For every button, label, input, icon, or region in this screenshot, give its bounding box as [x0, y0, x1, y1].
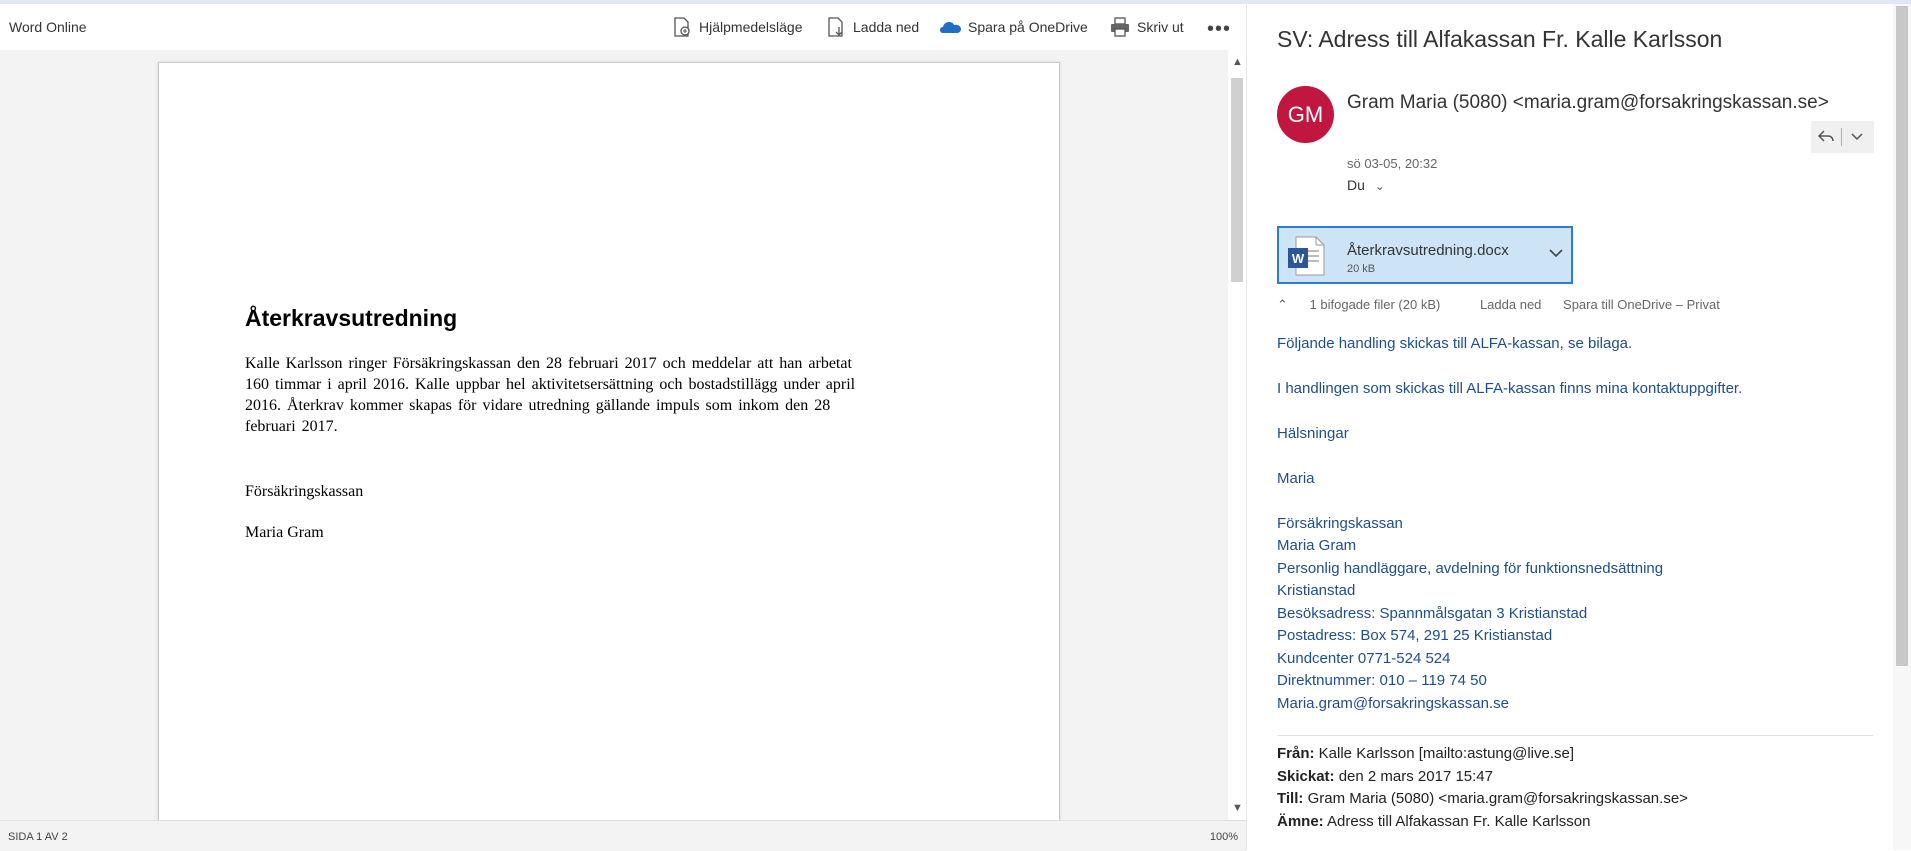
collapse-icon: ⌃ [1277, 297, 1288, 312]
word-doc-icon: W [1288, 236, 1326, 276]
print-label: Skriv ut [1137, 19, 1184, 35]
attachment-download-link[interactable]: Ladda ned [1480, 297, 1541, 312]
mail-date: sö 03-05, 20:32 [1347, 156, 1438, 171]
quote-divider [1277, 735, 1873, 736]
status-bar: SIDA 1 AV 2 100% [0, 820, 1246, 851]
body-line-1: Följande handling skickas till ALFA-kass… [1277, 335, 1633, 352]
quoted-from-value: Kalle Karlsson [mailto:astung@live.se] [1318, 745, 1575, 762]
expand-recipients-icon[interactable]: ⌄ [1375, 179, 1385, 193]
document-signature-org: Försäkringskassan [245, 483, 364, 500]
signature-title: Personlig handläggare, avdelning för fun… [1277, 560, 1664, 577]
attachment-size: 20 kB [1347, 263, 1376, 275]
signature-email-link[interactable]: Maria.gram@forsakringskassan.se [1277, 695, 1509, 712]
document-signature-name: Maria Gram [245, 524, 324, 541]
quoted-subject: Ämne: Adress till Alfakassan Fr. Kalle K… [1277, 813, 1590, 830]
quoted-sent-value: den 2 mars 2017 15:47 [1338, 768, 1493, 785]
attachment-summary: 1 bifogade filer (20 kB) [1309, 297, 1441, 312]
signature-visit-address: Besöksadress: Spannmålsgatan 3 Kristians… [1277, 605, 1588, 622]
onedrive-cloud-icon [940, 16, 962, 38]
signature-customer-center: Kundcenter 0771-524 524 [1277, 650, 1451, 667]
download-button[interactable]: Ladda ned [825, 14, 919, 40]
quoted-from: Från: Kalle Karlsson [mailto:astung@live… [1277, 745, 1574, 762]
document-scrollbar[interactable]: ▲ ▼ [1228, 50, 1246, 820]
reply-icon[interactable] [1811, 129, 1841, 146]
quoted-from-label: Från: [1277, 745, 1315, 762]
word-toolbar: Word Online Hjälpmedelsläge Ladda ned Sp… [0, 4, 1246, 50]
sender-avatar: GM [1277, 86, 1334, 143]
mail-reading-pane: SV: Adress till Alfakassan Fr. Kalle Kar… [1246, 4, 1893, 850]
body-line-2: I handlingen som skickas till ALFA-kassa… [1277, 380, 1743, 397]
signature-direct-number: Direktnummer: 010 – 119 74 50 [1277, 672, 1487, 689]
document-canvas[interactable]: Återkravsutredning Kalle Karlsson ringer… [0, 50, 1228, 820]
attachment-card[interactable]: W Återkravsutredning.docx 20 kB [1277, 226, 1573, 284]
accessibility-mode-button[interactable]: Hjälpmedelsläge [671, 14, 803, 40]
mail-recipient[interactable]: Du ⌄ [1347, 177, 1385, 193]
quoted-sent-label: Skickat: [1277, 768, 1335, 785]
recipient-label: Du [1347, 177, 1365, 193]
mail-scrollbar[interactable] [1893, 4, 1911, 850]
page-indicator: SIDA 1 AV 2 [8, 831, 68, 843]
download-label: Ladda ned [853, 19, 920, 35]
save-onedrive-button[interactable]: Spara på OneDrive [940, 14, 1088, 40]
quoted-subject-label: Ämne: [1277, 813, 1324, 830]
body-greeting: Hälsningar [1277, 425, 1349, 442]
quoted-subject-value: Adress till Alfakassan Fr. Kalle Karlsso… [1327, 813, 1591, 830]
attachment-save-link[interactable]: Spara till OneDrive – Privat [1563, 297, 1720, 312]
svg-text:W: W [1292, 251, 1305, 266]
download-icon [825, 16, 847, 38]
quoted-to-label: Till: [1277, 790, 1304, 807]
signature-post-address: Postadress: Box 574, 291 25 Kristianstad [1277, 627, 1553, 644]
collapse-attachments[interactable]: ⌃ 1 bifogade filer (20 kB) [1277, 297, 1458, 312]
chevron-down-icon[interactable] [1842, 129, 1872, 145]
accessibility-mode-label: Hjälpmedelsläge [699, 19, 803, 35]
scroll-down-icon[interactable]: ▼ [1232, 802, 1243, 814]
app-name: Word Online [9, 19, 87, 35]
quoted-to-value: Gram Maria (5080) <maria.gram@forsakring… [1307, 790, 1688, 807]
sender-name[interactable]: Gram Maria (5080) <maria.gram@forsakring… [1347, 92, 1829, 114]
signature-city: Kristianstad [1277, 582, 1356, 599]
document-title: Återkravsutredning [245, 305, 458, 331]
attachment-name: Återkravsutredning.docx [1347, 242, 1509, 259]
body-name: Maria [1277, 470, 1315, 487]
zoom-level[interactable]: 100% [1210, 831, 1238, 843]
mail-scrollbar-thumb[interactable] [1896, 6, 1908, 666]
printer-icon [1109, 16, 1131, 38]
quoted-to: Till: Gram Maria (5080) <maria.gram@fors… [1277, 790, 1688, 807]
document-paragraph: Kalle Karlsson ringer Försäkringskassan … [245, 355, 856, 435]
scrollbar-thumb[interactable] [1231, 78, 1243, 282]
reply-controls [1811, 121, 1874, 153]
print-button[interactable]: Skriv ut [1109, 14, 1184, 40]
accessibility-icon [671, 16, 693, 38]
attachment-options-icon[interactable] [1549, 245, 1563, 263]
mail-subject: SV: Adress till Alfakassan Fr. Kalle Kar… [1277, 26, 1723, 52]
document-page: Återkravsutredning Kalle Karlsson ringer… [158, 62, 1060, 820]
signature-name: Maria Gram [1277, 537, 1357, 554]
save-onedrive-label: Spara på OneDrive [968, 19, 1088, 35]
attachment-actions: ⌃ 1 bifogade filer (20 kB) Ladda ned Spa… [1277, 297, 1738, 313]
quoted-sent: Skickat: den 2 mars 2017 15:47 [1277, 768, 1493, 785]
scroll-up-icon[interactable]: ▲ [1232, 56, 1243, 68]
signature-org: Försäkringskassan [1277, 515, 1403, 532]
more-options-button[interactable]: ••• [1207, 18, 1231, 41]
word-viewer: Word Online Hjälpmedelsläge Ladda ned Sp… [0, 4, 1246, 851]
